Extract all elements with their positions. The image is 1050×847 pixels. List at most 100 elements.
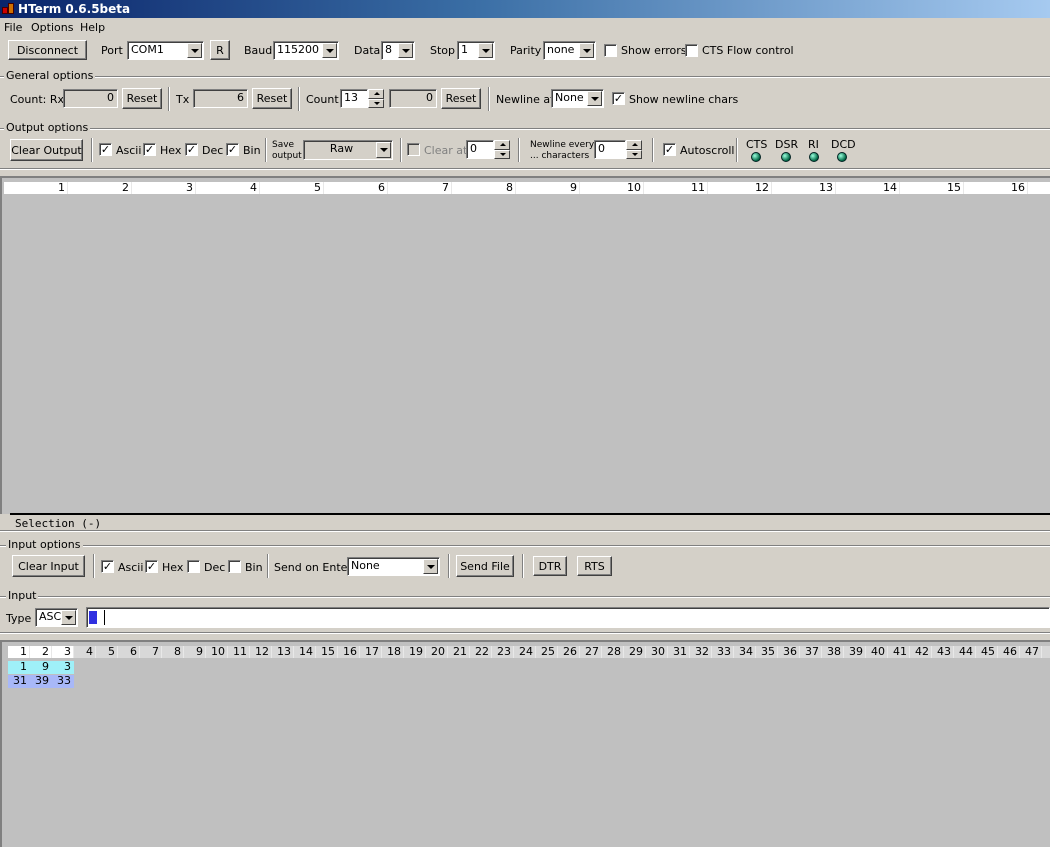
ruler-cell: 27 [580, 646, 602, 658]
ascii-row-highlight: 1 9 3 [8, 661, 74, 674]
cts-signal-label: CTS [746, 138, 768, 151]
chevron-down-icon [322, 43, 337, 58]
selection-divider [10, 513, 1050, 515]
menu-options[interactable]: Options [31, 21, 73, 34]
ruler-cell: 1 [8, 646, 30, 658]
input-hex-label: Hex [162, 561, 184, 574]
send-file-button[interactable]: Send File [456, 555, 514, 577]
output-hex-label: Hex [160, 144, 182, 157]
dtr-button[interactable]: DTR [533, 556, 567, 576]
count-label: Count [306, 93, 339, 106]
input-dec-label: Dec [204, 561, 226, 574]
show-newline-checkbox[interactable]: ✓ [612, 92, 625, 105]
input-hex-checkbox[interactable]: ✓ [145, 560, 158, 573]
output-dec-checkbox[interactable]: ✓ [185, 143, 198, 156]
output-dec-label: Dec [202, 144, 224, 157]
input-panel[interactable]: 1 2 3 4 5 6 7 8 9 10 11 12 13 14 15 16 17 18 19 20 21 22 23 24 2… [0, 640, 1050, 847]
menu-file[interactable]: File [4, 21, 22, 34]
cts-flow-checkbox[interactable] [685, 44, 698, 57]
ruler-cell: 36 [778, 646, 800, 658]
ruler-cell: 29 [624, 646, 646, 658]
ri-led-icon [809, 152, 819, 162]
ruler-cell: 42 [910, 646, 932, 658]
input-ascii-checkbox[interactable]: ✓ [101, 560, 114, 573]
newline-at-select[interactable]: None [551, 89, 604, 108]
input-bin-checkbox[interactable] [228, 560, 241, 573]
ruler-cell: 4 [74, 646, 96, 658]
show-errors-label: Show errors [621, 44, 687, 57]
hex-cell: 33 [57, 674, 71, 687]
ruler-cell: 45 [976, 646, 998, 658]
clear-input-button[interactable]: Clear Input [12, 555, 85, 577]
ruler-cell: 4 [196, 182, 260, 194]
stop-bits-select[interactable]: 1 [457, 41, 495, 60]
chevron-down-icon [61, 610, 76, 625]
window-title: HTerm 0.6.5beta [18, 2, 131, 16]
save-output-select[interactable]: Raw [303, 140, 393, 160]
tx-count-field: 6 [193, 89, 248, 108]
clear-at-input[interactable]: 0 [466, 140, 494, 159]
ascii-cell: 3 [64, 660, 71, 673]
show-errors-checkbox[interactable] [604, 44, 617, 57]
ruler-cell: 24 [514, 646, 536, 658]
output-ascii-label: Ascii [116, 144, 142, 157]
count-spinner[interactable] [368, 89, 384, 108]
send-on-enter-select[interactable]: None [347, 557, 440, 576]
clear-output-button[interactable]: Clear Output [10, 139, 83, 161]
ruler-cell: 7 [388, 182, 452, 194]
output-panel[interactable]: 1 2 3 4 5 6 7 8 9 10 11 12 13 14 15 16 [0, 176, 1050, 514]
ruler-cell: 5 [260, 182, 324, 194]
output-hex-checkbox[interactable]: ✓ [143, 143, 156, 156]
baud-select[interactable]: 115200 [273, 41, 339, 60]
chevron-down-icon [398, 43, 413, 58]
data-bits-select[interactable]: 8 [381, 41, 415, 60]
separator [298, 87, 300, 111]
newline-every-spinner[interactable] [626, 140, 642, 159]
separator [652, 138, 654, 162]
rx-reset-button[interactable]: Reset [122, 88, 162, 109]
ruler-cell: 20 [426, 646, 448, 658]
port-select[interactable]: COM1 [127, 41, 204, 60]
chevron-down-icon [478, 43, 493, 58]
separator [400, 138, 402, 162]
refresh-ports-button[interactable]: R [210, 40, 230, 60]
separator [93, 554, 95, 578]
ruler-cell: 31 [668, 646, 690, 658]
autoscroll-label: Autoscroll [680, 144, 735, 157]
dsr-led-icon [781, 152, 791, 162]
ruler-cell: 39 [844, 646, 866, 658]
clear-at-spinner[interactable] [494, 140, 510, 159]
ruler-cell: 5 [96, 646, 118, 658]
separator [448, 554, 450, 578]
separator [267, 554, 269, 578]
autoscroll-checkbox[interactable]: ✓ [663, 143, 676, 156]
parity-select[interactable]: none [543, 41, 596, 60]
ruler-cell: 12 [708, 182, 772, 194]
separator [91, 138, 93, 162]
ruler-cell: 43 [932, 646, 954, 658]
rts-button[interactable]: RTS [577, 556, 612, 576]
disconnect-button[interactable]: Disconnect [8, 40, 87, 60]
tx-reset-button[interactable]: Reset [252, 88, 292, 109]
app-icon [2, 3, 15, 15]
port-label: Port [101, 44, 123, 57]
ruler-cell: 8 [452, 182, 516, 194]
menu-help[interactable]: Help [80, 21, 105, 34]
ruler-cell: 25 [536, 646, 558, 658]
newline-every-input[interactable]: 0 [594, 140, 626, 159]
baud-label: Baud [244, 44, 273, 57]
count-value-input[interactable]: 13 [340, 89, 368, 108]
output-bin-checkbox[interactable]: ✓ [226, 143, 239, 156]
chevron-down-icon [187, 43, 202, 58]
ruler-cell: 11 [644, 182, 708, 194]
ruler-cell: 28 [602, 646, 624, 658]
input-dec-checkbox[interactable] [187, 560, 200, 573]
hex-cell: 31 [13, 674, 27, 687]
output-ascii-checkbox[interactable]: ✓ [99, 143, 112, 156]
input-text-field[interactable] [86, 607, 1050, 628]
input-type-select[interactable]: ASC [35, 608, 78, 627]
ruler-cell: 14 [836, 182, 900, 194]
clear-at-checkbox[interactable] [407, 143, 420, 156]
ruler-cell: 37 [800, 646, 822, 658]
count-reset-button[interactable]: Reset [441, 88, 481, 109]
